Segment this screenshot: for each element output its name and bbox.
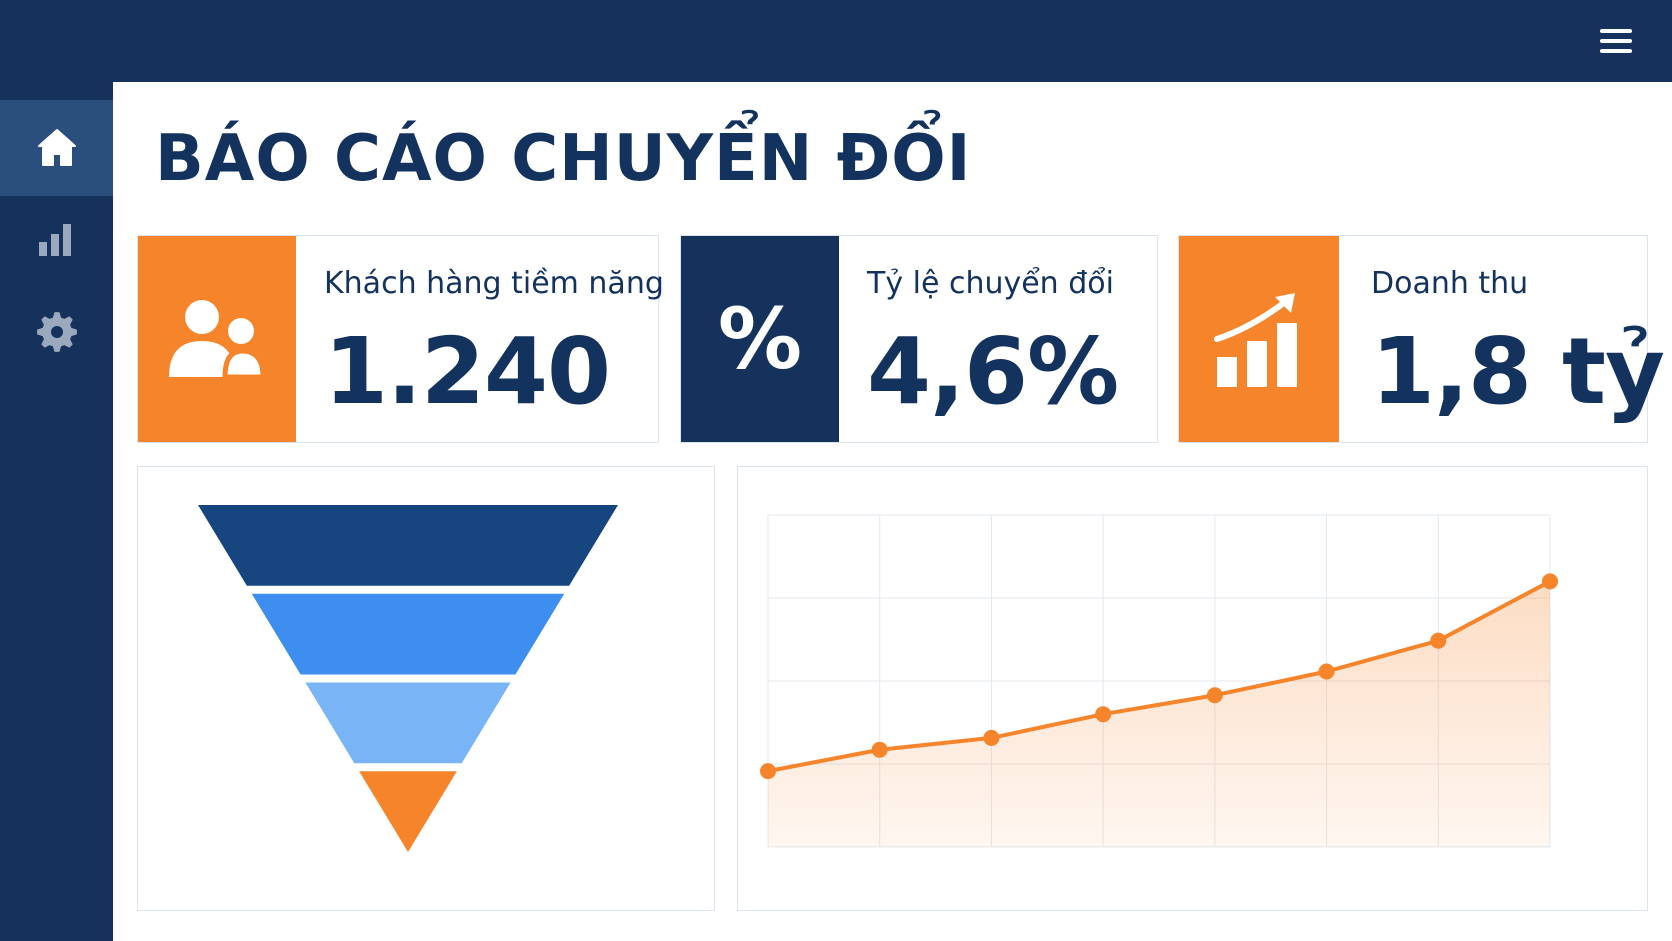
sidebar [0,82,113,941]
data-point [1318,663,1335,680]
data-point [760,763,776,780]
funnel-chart [198,505,618,852]
funnel-panel [137,466,715,911]
kpi-icon-box: % [681,236,839,442]
kpi-card-conversion-rate: % Tỷ lệ chuyển đổi 4,6% [680,235,1158,443]
data-point [1542,573,1558,590]
users-icon [169,300,266,380]
data-point [1430,632,1447,649]
funnel-stage-2 [251,593,565,675]
funnel-stage-3 [305,682,511,764]
kpi-value: 1,8 tỷ [1371,318,1665,425]
area-fill [768,581,1550,847]
main-content: BÁO CÁO CHUYỂN ĐỔI Khách hàng tiềm năng … [113,82,1672,941]
kpi-card-revenue: Doanh thu 1,8 tỷ [1178,235,1665,443]
kpi-label: Khách hàng tiềm năng [324,266,664,301]
funnel-stage-4 [359,771,457,852]
data-point [871,741,888,758]
data-point [1206,687,1223,704]
top-bar [0,0,1672,82]
kpi-card-leads: Khách hàng tiềm năng 1.240 [137,235,664,443]
kpi-label: Doanh thu [1371,266,1529,301]
sidebar-item-settings[interactable] [0,284,113,380]
page-title: BÁO CÁO CHUYỂN ĐỔI [155,122,972,196]
trend-panel [737,466,1648,911]
gear-icon [36,312,77,352]
funnel-stage-1 [198,505,618,586]
kpi-label: Tỷ lệ chuyển đổi [867,266,1114,301]
data-point [1095,706,1112,723]
trend-chart [760,514,1558,848]
bar-chart-icon [38,224,71,256]
home-icon [37,129,76,166]
percent-icon: % [717,290,803,388]
kpi-value: 4,6% [867,318,1119,425]
kpi-value: 1.240 [324,318,611,425]
data-point [983,729,1000,746]
sidebar-item-home[interactable] [0,100,113,196]
growth-chart-icon [1214,293,1297,387]
kpi-icon-box [138,236,296,442]
sidebar-item-reports[interactable] [0,192,113,288]
kpi-icon-box [1179,236,1339,442]
hamburger-menu-icon[interactable] [1598,26,1634,56]
